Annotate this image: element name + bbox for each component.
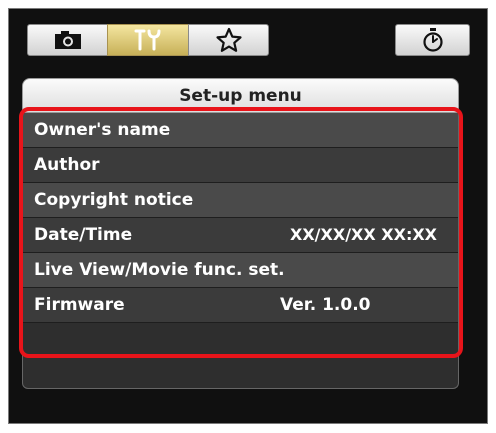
wrench-tools-icon [134, 29, 161, 51]
menu-item-copyright-notice[interactable]: Copyright notice [23, 183, 458, 218]
firmware-version-value: Ver. 1.0.0 [280, 295, 371, 315]
menu-item-live-view-movie[interactable]: Live View/Movie func. set. [23, 253, 458, 288]
tab-camera[interactable] [27, 24, 108, 56]
menu-item-label: Firmware [34, 295, 125, 315]
menu-item-date-time[interactable]: Date/Time XX/XX/XX XX:XX [23, 218, 458, 253]
date-time-value: XX/XX/XX XX:XX [290, 225, 438, 244]
menu-item-label: Author [34, 155, 100, 175]
tab-timer[interactable] [395, 24, 470, 56]
menu-item-owners-name[interactable]: Owner's name [23, 113, 458, 148]
menu-item-label: Date/Time [34, 225, 133, 245]
menu-item-label: Copyright notice [34, 190, 194, 210]
menu-item-label: Live View/Movie func. set. [34, 260, 285, 280]
menu-item-label: Owner's name [34, 120, 171, 140]
menu-title: Set-up menu [22, 78, 459, 113]
stopwatch-icon [422, 28, 443, 52]
menu-item-firmware[interactable]: Firmware Ver. 1.0.0 [23, 288, 458, 323]
tab-setup[interactable] [107, 24, 189, 56]
menu-item-author[interactable]: Author [23, 148, 458, 183]
camera-icon [54, 31, 81, 49]
star-outline-icon [215, 27, 242, 52]
tab-my-menu[interactable] [188, 24, 269, 56]
